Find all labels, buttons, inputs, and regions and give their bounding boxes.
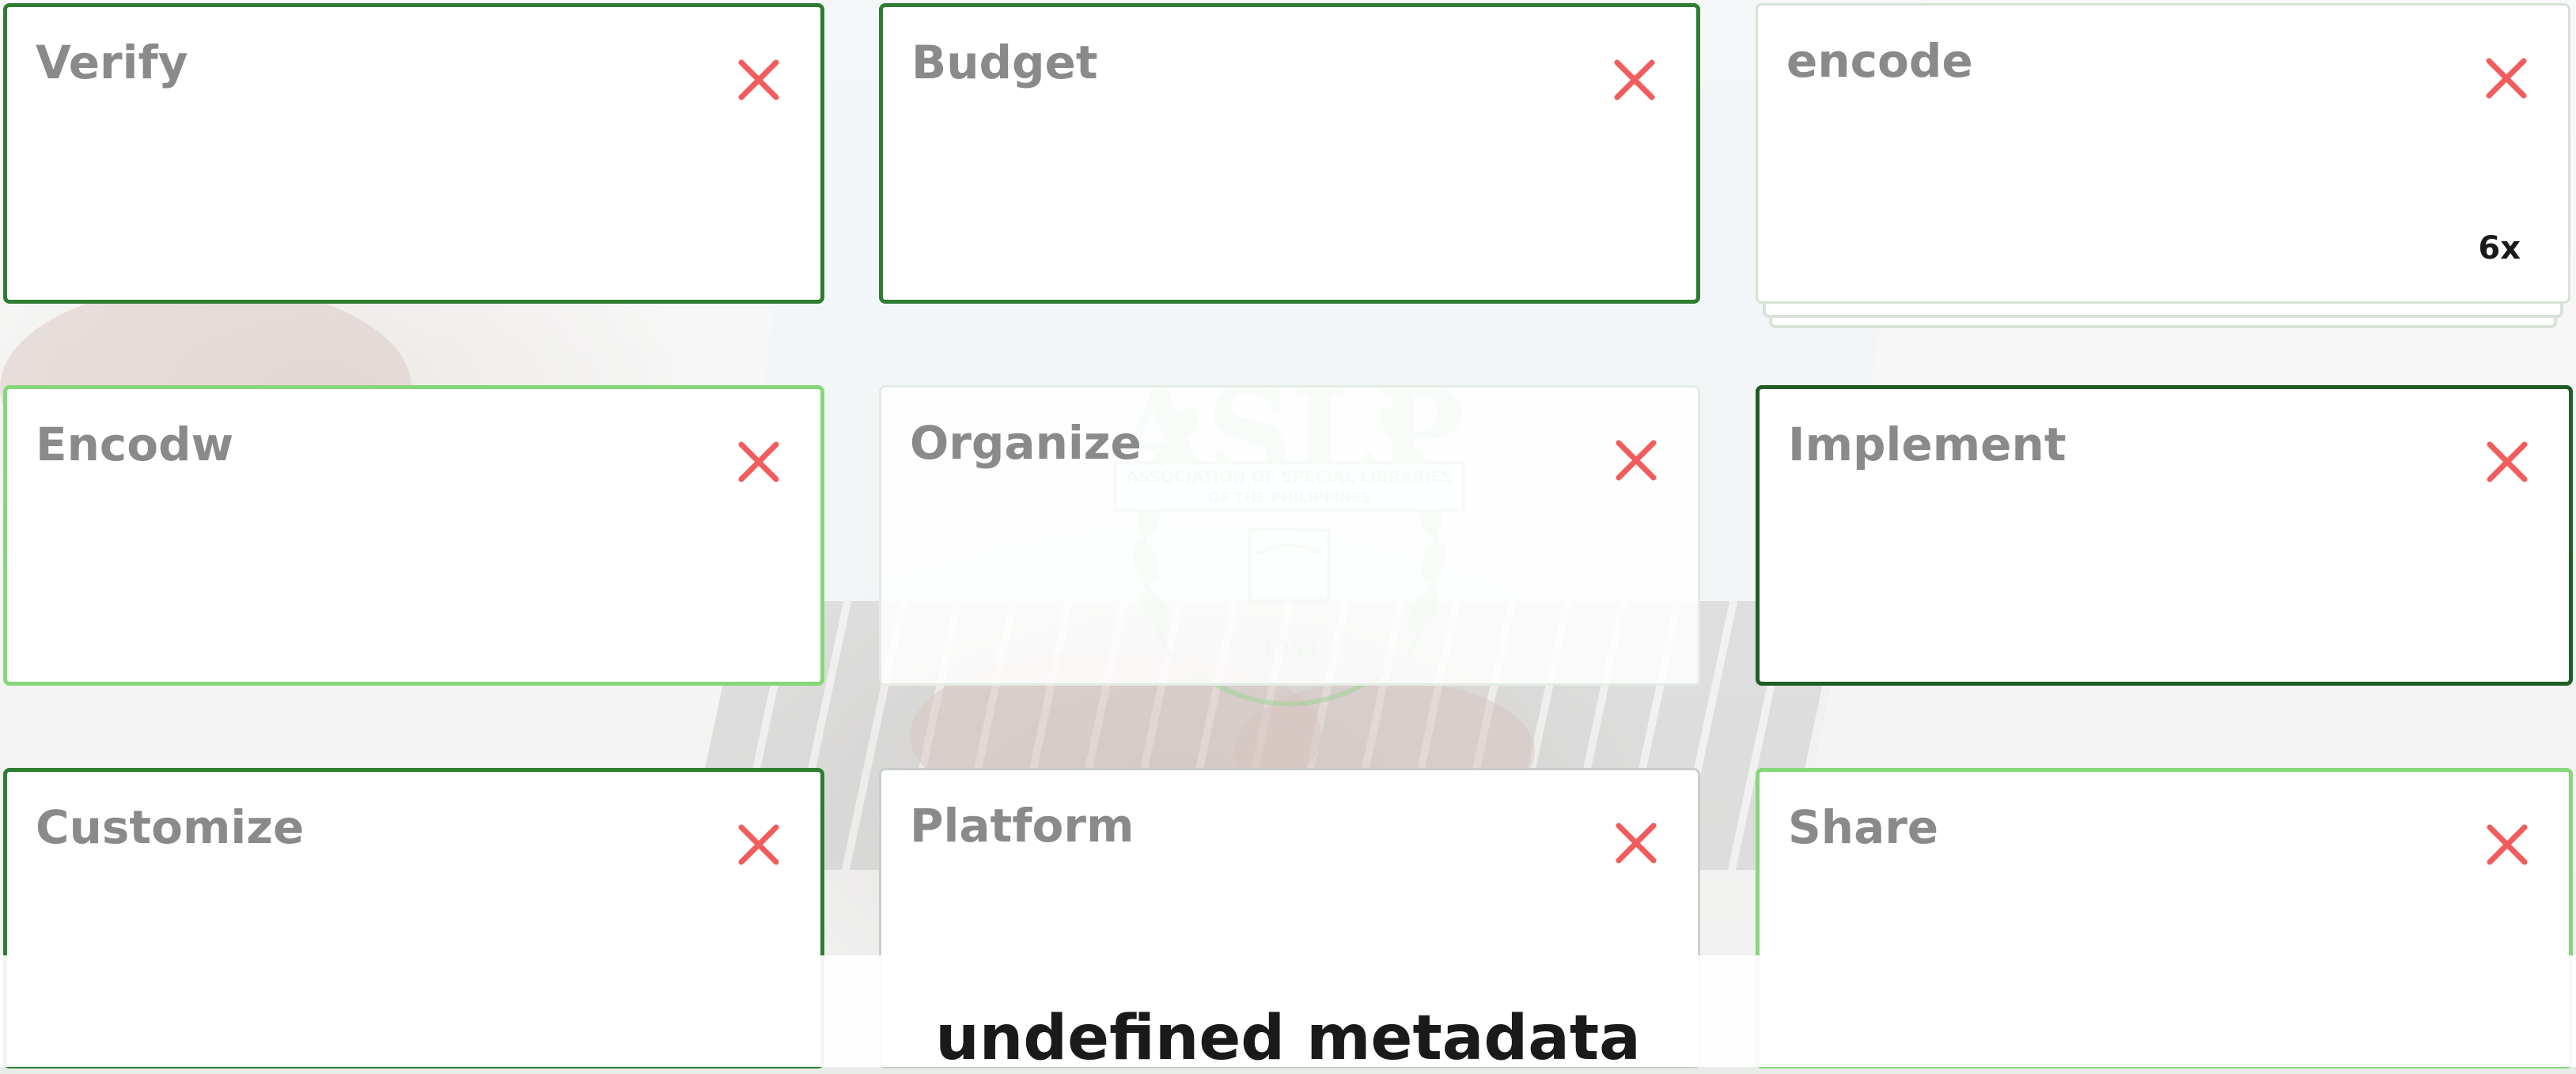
close-x-icon[interactable] (2483, 438, 2531, 486)
card-title: Organize (910, 416, 1142, 470)
category-banner: undefined metadata (0, 955, 2576, 1074)
close-x-icon[interactable] (1612, 819, 1660, 867)
close-x-icon[interactable] (735, 821, 782, 868)
card-title: encode (1786, 34, 1973, 88)
stack-count-badge: 6x (2478, 230, 2521, 267)
card-organize[interactable]: Organize (879, 385, 1700, 686)
close-x-icon[interactable] (2483, 55, 2530, 102)
close-x-icon[interactable] (2483, 821, 2531, 868)
card-title: Budget (911, 36, 1098, 89)
close-x-icon[interactable] (1612, 437, 1660, 484)
card-grid: Verify Budget encode 6x Encodw Organize … (0, 0, 2576, 1068)
card-encode[interactable]: encode 6x (1756, 3, 2570, 304)
card-budget[interactable]: Budget (879, 3, 1700, 304)
card-title: Verify (36, 36, 188, 89)
category-label: undefined metadata (935, 1003, 1641, 1074)
close-x-icon[interactable] (1611, 56, 1658, 104)
card-title: Customize (36, 800, 305, 854)
close-x-icon[interactable] (735, 56, 782, 104)
card-title: Platform (910, 799, 1135, 853)
card-implement[interactable]: Implement (1756, 385, 2573, 686)
card-title: Encodw (36, 418, 234, 471)
card-title: Implement (1788, 418, 2066, 471)
card-title: Share (1788, 800, 1939, 854)
card-verify[interactable]: Verify (3, 3, 824, 304)
close-x-icon[interactable] (735, 438, 782, 486)
card-encodw[interactable]: Encodw (3, 385, 824, 686)
